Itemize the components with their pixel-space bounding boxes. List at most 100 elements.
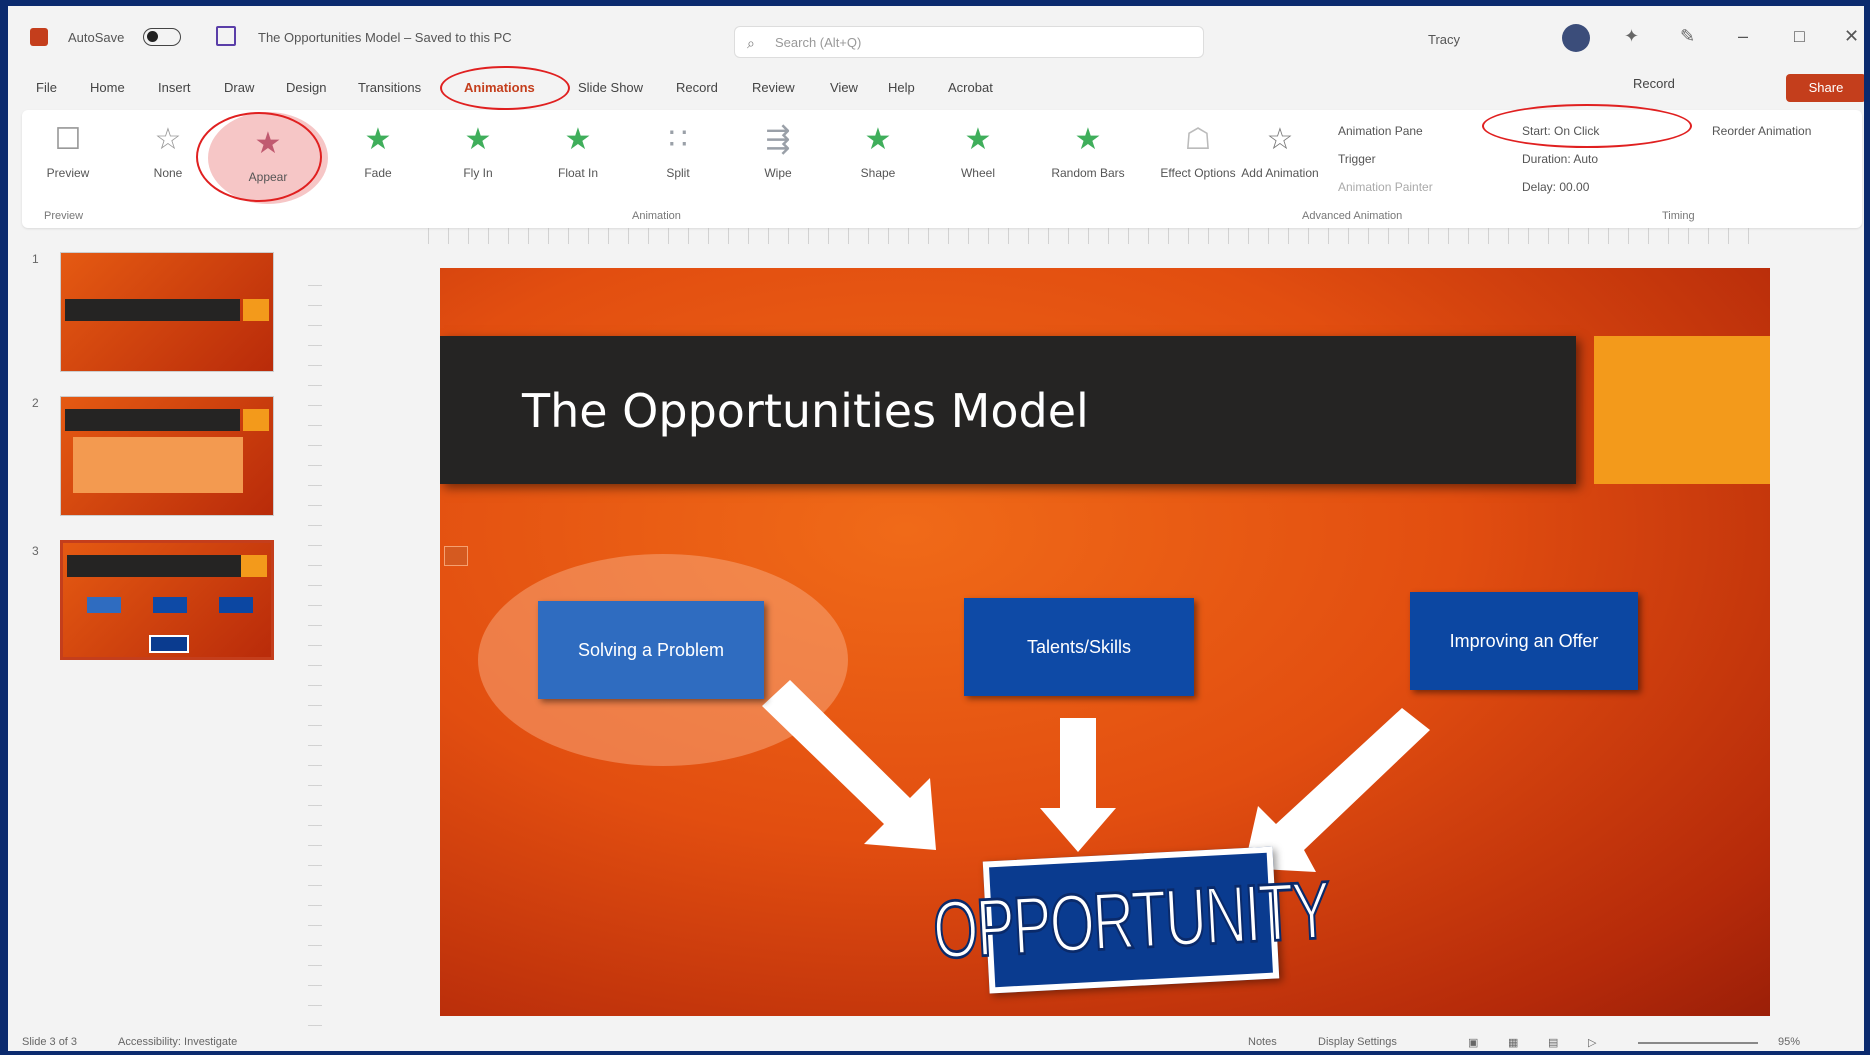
preview-icon: ☐ [54,123,82,156]
star-icon: ★ [564,123,592,156]
autosave-toggle[interactable] [143,28,181,46]
start-dropdown[interactable]: Start: On Click [1522,124,1599,138]
effect-label: Shape [860,166,896,180]
effect-options-button[interactable]: ☖ Effect Options [1158,120,1238,200]
save-icon[interactable] [216,26,236,46]
effect-label: Fly In [463,166,493,180]
slide-thumbnail-2[interactable] [60,396,274,516]
opportunity-box[interactable]: OPPORTUNITY [930,846,1332,994]
effect-random-bars[interactable]: ★ Random Bars [1038,120,1138,200]
zoom-slider[interactable] [1638,1042,1758,1044]
search-icon: ⌕ [747,35,755,51]
talents-skills-box[interactable]: Talents/Skills [964,598,1194,696]
tab-design[interactable]: Design [286,80,326,95]
menu-bar: File Home Insert Draw Design Transitions… [8,66,1864,108]
document-title[interactable]: The Opportunities Model – Saved to this … [258,30,512,45]
animation-painter-button[interactable]: Animation Painter [1338,180,1433,194]
close-icon[interactable]: ✕ [1844,26,1859,47]
effect-float-in[interactable]: ★ Float In [538,120,618,200]
effect-appear[interactable]: ★ Appear [208,112,328,204]
tab-acrobat[interactable]: Acrobat [948,80,993,95]
tab-help[interactable]: Help [888,80,915,95]
thumb-title-bar [65,409,240,431]
effect-label: Float In [557,166,599,180]
thumb-box [87,597,121,613]
normal-view-icon[interactable]: ▣ [1468,1036,1478,1049]
user-name[interactable]: Tracy [1428,32,1460,47]
slide-canvas[interactable]: The Opportunities Model Solving a Proble… [440,268,1770,1016]
slideshow-icon[interactable]: ▷ [1588,1036,1596,1049]
effect-shape[interactable]: ★ Shape [838,120,918,200]
search-placeholder: Search (Alt+Q) [775,35,862,50]
reading-view-icon[interactable]: ▤ [1548,1036,1558,1049]
accessibility-status[interactable]: Accessibility: Investigate [118,1036,237,1048]
star-icon: ★ [964,123,992,156]
tab-home[interactable]: Home [90,80,125,95]
duration-field[interactable]: Duration: Auto [1522,152,1598,166]
display-settings-button[interactable]: Display Settings [1318,1036,1397,1048]
lightbulb-icon[interactable]: ✦ [1624,26,1639,47]
thumb-orange-square [243,409,269,431]
record-button[interactable]: Record [1633,76,1675,91]
effect-split[interactable]: ∷ Split [638,120,718,200]
tab-review[interactable]: Review [752,80,795,95]
effect-none[interactable]: ☆ None [128,120,208,200]
thumb-title-bar [67,555,242,577]
effect-label: Fade [364,166,392,180]
slide-thumbnail-1[interactable] [60,252,274,372]
minimize-icon[interactable]: – [1738,26,1748,47]
delay-field[interactable]: Delay: 00.00 [1522,180,1589,194]
notes-button[interactable]: Notes [1248,1036,1277,1048]
vertical-ruler [308,266,322,1026]
tab-view[interactable]: View [830,80,858,95]
avatar[interactable] [1562,24,1590,52]
star-icon: ★ [864,123,892,156]
effect-label: Random Bars [1051,166,1125,180]
split-icon: ∷ [668,123,688,156]
add-animation-button[interactable]: ☆ Add Animation [1240,120,1320,200]
slide-sorter-icon[interactable]: ▦ [1508,1036,1518,1049]
tab-slide-show[interactable]: Slide Show [578,80,643,95]
solving-a-problem-box[interactable]: Solving a Problem [538,601,764,699]
arrow-center [1040,718,1116,852]
effect-wipe[interactable]: ⇶ Wipe [738,120,818,200]
thumb-orange-square [241,555,267,577]
group-label-advanced-animation: Advanced Animation [1302,210,1403,222]
star-icon: ★ [1074,123,1102,156]
star-icon: ★ [364,123,392,156]
tab-draw[interactable]: Draw [224,80,254,95]
effect-label: Wipe [764,166,792,180]
zoom-level[interactable]: 95% [1778,1036,1800,1048]
trigger-button[interactable]: Trigger [1338,152,1376,166]
slide-number: 3 [32,544,39,558]
wipe-icon: ⇶ [765,123,791,156]
tab-transitions[interactable]: Transitions [358,80,421,95]
improving-an-offer-box[interactable]: Improving an Offer [1410,592,1638,690]
group-label-timing: Timing [1662,210,1695,222]
pen-icon[interactable]: ✎ [1680,26,1695,47]
effect-wheel[interactable]: ★ Wheel [938,120,1018,200]
thumb-box [153,597,187,613]
title-bar: AutoSave The Opportunities Model – Saved… [8,6,1864,66]
effect-fade[interactable]: ★ Fade [338,120,418,200]
effect-label: Split [666,166,690,180]
maximize-icon[interactable]: □ [1794,26,1805,47]
animation-pane-button[interactable]: Animation Pane [1338,124,1423,138]
thumb-orange-square [243,299,269,321]
effect-fly-in[interactable]: ★ Fly In [438,120,518,200]
search-box[interactable]: ⌕ Search (Alt+Q) [734,26,1204,58]
autosave-label: AutoSave [68,30,125,45]
tab-insert[interactable]: Insert [158,80,191,95]
slide-thumbnail-3[interactable] [60,540,274,660]
tab-record[interactable]: Record [676,80,718,95]
preview-button[interactable]: ☐ Preview [28,120,108,200]
effect-label: Wheel [960,166,995,180]
share-button[interactable]: Share [1786,74,1864,102]
star-icon: ★ [254,127,282,160]
thumb-title-bar [65,299,240,321]
status-bar: Slide 3 of 3 Accessibility: Investigate … [8,1034,1864,1051]
tab-animations[interactable]: Animations [464,80,535,95]
preview-label: Preview [46,166,90,180]
slide-number: 2 [32,396,39,410]
tab-file[interactable]: File [36,80,57,95]
